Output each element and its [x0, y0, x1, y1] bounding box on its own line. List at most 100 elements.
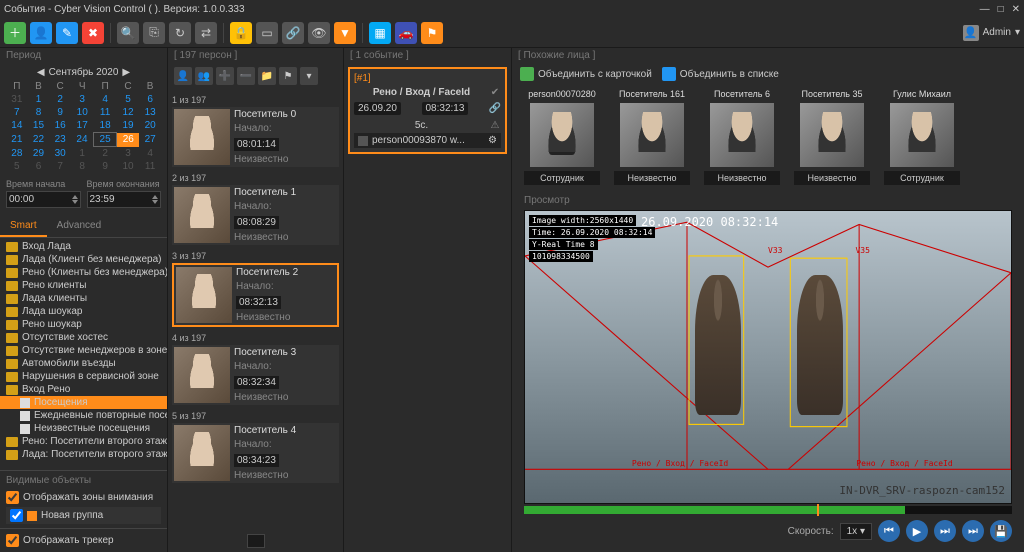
tree-node[interactable]: Лада: Посетители второго этажа	[0, 448, 167, 461]
filter-button[interactable]: ▼	[334, 22, 356, 44]
cal-day[interactable]: 23	[49, 133, 71, 147]
tree-node[interactable]: Отсутствие менеджеров в зоне ...	[0, 344, 167, 357]
cal-day[interactable]: 4	[139, 147, 161, 161]
cal-prev-icon[interactable]: ◀	[37, 67, 45, 78]
cal-day[interactable]: 26	[117, 133, 139, 147]
user-name[interactable]: Admin	[983, 27, 1011, 38]
cal-day[interactable]: 8	[71, 160, 93, 173]
show-zones-checkbox[interactable]: Отображать зоны внимания	[6, 490, 161, 505]
similar-card[interactable]: Гулис МихаилСотрудник	[884, 89, 960, 185]
tree-node[interactable]: Рено клиенты	[0, 279, 167, 292]
video-progress[interactable]	[524, 506, 1012, 514]
cal-day[interactable]: 8	[28, 106, 50, 119]
tree-node[interactable]: Рено шоукар	[0, 318, 167, 331]
cal-day[interactable]: 11	[93, 106, 116, 119]
cal-day[interactable]: 9	[93, 160, 116, 173]
p-btn-3[interactable]: ➕	[216, 67, 234, 85]
tree-node[interactable]: Ежедневные повторные посе...	[0, 409, 167, 422]
p-btn-1[interactable]: 👤	[174, 67, 192, 85]
similar-card[interactable]: Посетитель 35Неизвестно	[794, 89, 870, 185]
tree-node[interactable]: Нарушения в сервисной зоне	[0, 370, 167, 383]
pager-input[interactable]	[247, 534, 265, 548]
cal-day[interactable]: 27	[139, 133, 161, 147]
similar-card[interactable]: Посетитель 6Неизвестно	[704, 89, 780, 185]
cal-day[interactable]: 3	[117, 147, 139, 161]
minimize-button[interactable]: —	[980, 4, 990, 15]
cal-next-icon[interactable]: ▶	[122, 67, 130, 78]
lock-button[interactable]: 🔒	[230, 22, 252, 44]
cal-day[interactable]: 15	[28, 119, 50, 133]
tab-smart[interactable]: Smart	[0, 216, 47, 237]
tree-node[interactable]: Лада клиенты	[0, 292, 167, 305]
cal-day[interactable]: 3	[71, 93, 93, 106]
cal-day[interactable]: 29	[28, 147, 50, 161]
cal-day[interactable]: 10	[71, 106, 93, 119]
link-button[interactable]: 🔗	[282, 22, 304, 44]
refresh-button[interactable]: ↻	[169, 22, 191, 44]
tree-node[interactable]: Посещения	[0, 396, 167, 409]
copy-button[interactable]: ⎘	[143, 22, 165, 44]
person-button[interactable]: 👤	[30, 22, 52, 44]
cal-day[interactable]: 1	[28, 93, 50, 106]
tab-advanced[interactable]: Advanced	[47, 216, 111, 237]
tree-node[interactable]: Лада (Клиент без менеджера)	[0, 253, 167, 266]
show-tracker-checkbox[interactable]: Отображать трекер	[6, 533, 161, 548]
cal-day[interactable]: 31	[6, 93, 28, 106]
cal-day[interactable]: 17	[71, 119, 93, 133]
p-btn-6[interactable]: ⚑	[279, 67, 297, 85]
cal-day[interactable]: 2	[93, 147, 116, 161]
cal-day[interactable]: 6	[139, 93, 161, 106]
tree-node[interactable]: Рено (Клиенты без менеджера)	[0, 266, 167, 279]
tree-node[interactable]: Отсутствие хостес	[0, 331, 167, 344]
cal-day[interactable]: 11	[139, 160, 161, 173]
cal-day[interactable]: 7	[6, 106, 28, 119]
end-button[interactable]: ⏭	[962, 520, 984, 542]
p-btn-5[interactable]: 📁	[258, 67, 276, 85]
close-button[interactable]: ✕	[1012, 4, 1020, 15]
video-viewport[interactable]: Image width:2560x1440 Time: 26.09.2020 0…	[524, 210, 1012, 504]
delete-button[interactable]: ✖	[82, 22, 104, 44]
next-button[interactable]: ⏭	[934, 520, 956, 542]
cal-day[interactable]: 5	[117, 93, 139, 106]
image-button[interactable]: ▦	[369, 22, 391, 44]
cal-day[interactable]: 10	[117, 160, 139, 173]
time-end-input[interactable]: 23:59	[87, 191, 162, 208]
cal-day[interactable]: 4	[93, 93, 116, 106]
user-menu-chevron-icon[interactable]: ▾	[1015, 27, 1020, 38]
person-card[interactable]: Посетитель 3Начало:08:32:34Неизвестно	[172, 345, 339, 405]
cal-day[interactable]: 25	[93, 133, 116, 147]
cal-day[interactable]: 12	[117, 106, 139, 119]
event-person[interactable]: person00093870 w...⚙	[354, 133, 501, 148]
cal-day[interactable]: 22	[28, 133, 50, 147]
person-card[interactable]: Посетитель 4Начало:08:34:23Неизвестно	[172, 423, 339, 483]
cal-day[interactable]: 20	[139, 119, 161, 133]
similar-card[interactable]: person00070280Сотрудник	[524, 89, 600, 185]
cal-day[interactable]: 14	[6, 119, 28, 133]
cal-day[interactable]: 18	[93, 119, 116, 133]
p-btn-4[interactable]: ➖	[237, 67, 255, 85]
cal-day[interactable]: 5	[6, 160, 28, 173]
tree-node[interactable]: Автомобили въезды	[0, 357, 167, 370]
similar-card[interactable]: Посетитель 161Неизвестно	[614, 89, 690, 185]
cal-day[interactable]: 30	[49, 147, 71, 161]
merge-list-button[interactable]: Объединить в списке	[662, 67, 779, 81]
cal-day[interactable]: 13	[139, 106, 161, 119]
link-icon[interactable]: 🔗	[489, 103, 501, 115]
cal-month[interactable]: Сентябрь 2020	[49, 67, 119, 78]
cal-day[interactable]: 28	[6, 147, 28, 161]
flag-button[interactable]: ⚑	[421, 22, 443, 44]
event-card[interactable]: [#1] Рено / Вход / FaceId✔ 26.09.2008:32…	[348, 67, 507, 154]
save-frame-button[interactable]: 💾	[990, 520, 1012, 542]
car-button[interactable]: 🚗	[395, 22, 417, 44]
sync-button[interactable]: ⇄	[195, 22, 217, 44]
card-button[interactable]: ▭	[256, 22, 278, 44]
binoculars-button[interactable]: 🔍	[117, 22, 139, 44]
tree-node[interactable]: Рено: Посетители второго этажа	[0, 435, 167, 448]
maximize-button[interactable]: □	[998, 4, 1004, 15]
add-button[interactable]: ＋	[4, 22, 26, 44]
cal-day[interactable]: 24	[71, 133, 93, 147]
person-card[interactable]: Посетитель 1Начало:08:08:29Неизвестно	[172, 185, 339, 245]
person-card[interactable]: Посетитель 0Начало:08:01:14Неизвестно	[172, 107, 339, 167]
gear-icon[interactable]: ⚙	[488, 135, 497, 146]
cal-day[interactable]: 16	[49, 119, 71, 133]
